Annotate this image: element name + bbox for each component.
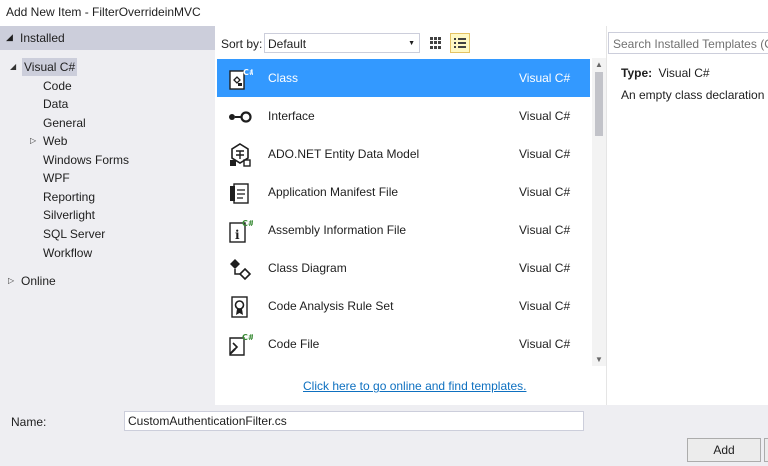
sort-by-dropdown[interactable]: Default ▼: [264, 33, 420, 53]
svg-text:C#: C#: [242, 219, 253, 228]
scrollbar-thumb[interactable]: [595, 72, 603, 136]
template-language: Visual C#: [519, 223, 571, 237]
template-name: Class Diagram: [268, 261, 347, 275]
template-row-class-diagram[interactable]: Class Diagram Visual C#: [217, 249, 590, 287]
template-row-code-analysis-rule-set[interactable]: Code Analysis Rule Set Visual C#: [217, 287, 590, 325]
tree-node-sql-server[interactable]: SQL Server: [43, 225, 105, 243]
template-language: Visual C#: [519, 337, 571, 351]
tree-node-label: Windows Forms: [43, 153, 130, 167]
template-row-assembly-info[interactable]: i C# Assembly Information File Visual C#: [217, 211, 590, 249]
find-templates-online-link[interactable]: Click here to go online and find templat…: [303, 379, 526, 393]
tree-node-wpf[interactable]: WPF: [43, 169, 70, 187]
template-toolbar: Sort by: Default ▼: [215, 26, 606, 58]
tree-node-label: Workflow: [43, 246, 93, 260]
template-list: C# Class Visual C# Interface Visual C# A…: [215, 58, 592, 366]
template-language: Visual C#: [519, 147, 571, 161]
tree-node-label: Reporting: [43, 190, 96, 204]
name-bar: Name: Add: [0, 405, 768, 466]
rule-set-icon: [227, 294, 253, 320]
category-tree: ◢ Installed ◢ Visual C# Code Data Genera…: [0, 26, 215, 405]
cancel-button[interactable]: [764, 438, 768, 462]
assembly-info-icon: i C#: [227, 218, 253, 244]
online-link-area: Click here to go online and find templat…: [215, 366, 606, 405]
template-language: Visual C#: [519, 71, 571, 85]
template-row-application-manifest[interactable]: Application Manifest File Visual C#: [217, 173, 590, 211]
tree-node-workflow[interactable]: Workflow: [43, 244, 92, 262]
type-label: Type:: [621, 66, 653, 80]
entity-model-icon: [227, 142, 253, 168]
tree-node-label: Data: [43, 97, 69, 111]
tree-node-label: SQL Server: [43, 227, 106, 241]
tree-node-label: Silverlight: [43, 208, 96, 222]
chevron-down-icon: ▼: [408, 40, 415, 47]
tree-node-data[interactable]: Data: [43, 95, 68, 113]
tree-node-windows-forms[interactable]: Windows Forms: [43, 151, 129, 169]
code-file-icon: C#: [227, 332, 253, 358]
tree-node-silverlight[interactable]: Silverlight: [43, 206, 95, 224]
template-row-code-file[interactable]: C# Code File Visual C#: [217, 325, 590, 363]
template-row-entity-data-model[interactable]: ADO.NET Entity Data Model Visual C#: [217, 135, 590, 173]
name-label: Name:: [11, 415, 47, 429]
list-view-icon: [454, 37, 466, 49]
tree-node-online-label: Online: [21, 274, 56, 288]
svg-text:i: i: [235, 228, 240, 242]
template-list-scrollbar[interactable]: ▲ ▼: [592, 58, 606, 366]
type-value: Visual C#: [658, 66, 710, 80]
manifest-icon: [227, 180, 253, 206]
template-name: Interface: [268, 109, 315, 123]
tree-node-label: Code: [43, 79, 72, 93]
expanded-arrow-icon[interactable]: ◢: [10, 58, 16, 76]
small-icons-view-button[interactable]: [450, 33, 470, 53]
expanded-arrow-icon[interactable]: ◢: [6, 32, 13, 43]
template-name: Code Analysis Rule Set: [268, 299, 394, 313]
details-pane: Search Installed Templates (Ctrl+E) Type…: [606, 26, 768, 405]
scroll-up-arrow-icon[interactable]: ▲: [595, 60, 603, 69]
template-description: An empty class declaration: [621, 88, 765, 102]
add-button[interactable]: Add: [687, 438, 761, 462]
template-language: Visual C#: [519, 109, 571, 123]
tree-node-general[interactable]: General: [43, 114, 86, 132]
tree-node-label: General: [43, 116, 86, 130]
tree-node-code[interactable]: Code: [43, 77, 72, 95]
interface-icon: [227, 104, 253, 130]
search-placeholder: Search Installed Templates (Ctrl+E): [613, 37, 768, 51]
window-title: Add New Item - FilterOverrideinMVC: [6, 5, 201, 19]
file-name-input[interactable]: [124, 411, 584, 431]
medium-icons-view-button[interactable]: [426, 33, 446, 53]
template-name: Assembly Information File: [268, 223, 407, 237]
sort-by-value: Default: [268, 37, 307, 51]
template-language: Visual C#: [519, 299, 571, 313]
template-name: ADO.NET Entity Data Model: [268, 147, 420, 161]
tree-node-label: WPF: [43, 171, 70, 185]
tree-node-reporting[interactable]: Reporting: [43, 188, 95, 206]
svg-text:C#: C#: [242, 333, 253, 342]
collapsed-arrow-icon[interactable]: ▷: [8, 272, 14, 290]
tree-node-installed-label: Installed: [20, 31, 65, 45]
title-bar: Add New Item - FilterOverrideinMVC: [0, 0, 768, 26]
template-name: Code File: [268, 337, 320, 351]
tree-node-installed[interactable]: ◢ Installed: [0, 26, 215, 50]
template-type: Type: Visual C#: [621, 66, 710, 80]
template-row-interface[interactable]: Interface Visual C#: [217, 97, 590, 135]
template-language: Visual C#: [519, 185, 571, 199]
sort-by-label: Sort by:: [221, 37, 263, 51]
scroll-down-arrow-icon[interactable]: ▼: [595, 355, 603, 364]
grid-view-icon: [430, 37, 442, 49]
class-file-icon: C#: [227, 66, 253, 92]
search-templates-input[interactable]: Search Installed Templates (Ctrl+E): [608, 32, 768, 54]
tree-node-label: Web: [43, 134, 68, 148]
collapsed-arrow-icon[interactable]: ▷: [30, 132, 36, 150]
template-name: Class: [268, 71, 299, 85]
template-row-class[interactable]: C# Class Visual C#: [217, 59, 590, 97]
class-diagram-icon: [227, 256, 253, 282]
tree-node-visual-csharp-label: Visual C#: [22, 58, 78, 76]
template-language: Visual C#: [519, 261, 571, 275]
svg-text:C#: C#: [243, 68, 253, 77]
template-name: Application Manifest File: [268, 185, 399, 199]
